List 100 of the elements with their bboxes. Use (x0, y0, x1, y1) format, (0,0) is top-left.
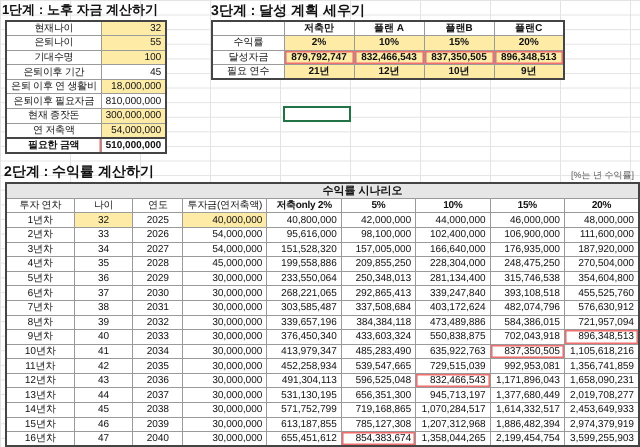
table-cell: 10년차 (6, 344, 74, 359)
table-cell: 은퇴나이 (6, 36, 102, 50)
table-cell: 1,070,284,517 (416, 402, 490, 418)
table-cell: 21년 (284, 64, 354, 80)
table-cell: 9년차 (6, 330, 74, 344)
table-cell: 1,171,896,043 (490, 373, 564, 388)
table-cell: 40 (74, 330, 133, 344)
table-cell: 5% (341, 198, 416, 213)
table-cell: 339,657,196 (266, 315, 342, 330)
table-cell: 33 (74, 227, 133, 242)
table-cell: 339,247,840 (416, 286, 490, 300)
table-cell: 10% (416, 198, 490, 213)
table-cell: 157,005,000 (341, 242, 416, 257)
table-cell: 55 (101, 36, 166, 50)
table-cell: 40,000,000 (182, 212, 267, 228)
table-cell: 721,957,094 (564, 315, 639, 330)
table-cell: 2028 (132, 256, 183, 272)
table-cell: 연도 (132, 198, 183, 213)
table-cell: 879,792,747 (284, 50, 354, 65)
table-cell: 656,351,300 (341, 388, 416, 403)
table-cell: 531,130,195 (266, 388, 342, 403)
table-cell: 2036 (132, 373, 183, 388)
table-cell: 30,000,000 (182, 388, 267, 403)
table-cell: 30,000,000 (182, 286, 267, 300)
table-cell: 기대수명 (6, 50, 102, 65)
table-cell: 30,000,000 (182, 417, 267, 432)
table-cell: 저축only 2% (266, 198, 342, 213)
table-cell: 8년차 (6, 315, 74, 330)
table-cell: 2038 (132, 402, 183, 418)
table-cell: 613,187,855 (266, 417, 342, 432)
table-cell: 41 (74, 344, 133, 359)
table-cell: 38 (74, 300, 133, 315)
table-cell: 100 (101, 50, 166, 65)
table-cell: 9년 (494, 64, 564, 80)
table-cell: 10% (354, 36, 424, 50)
table-cell: 18,000,000 (101, 79, 166, 94)
table-cell: 44,000,000 (416, 212, 490, 228)
table-cell: 30,000,000 (182, 315, 267, 330)
table-cell: 729,515,039 (416, 358, 490, 374)
table-cell: 43 (74, 373, 133, 388)
table-cell: 14년차 (6, 402, 74, 418)
table-cell: 433,603,324 (341, 330, 416, 344)
table-cell: 34 (74, 242, 133, 257)
section-title: 1단계 : 노후 자금 계산하기 (1, 1, 158, 19)
selected-cell[interactable] (283, 106, 351, 122)
table-cell: 2032 (132, 315, 183, 330)
table-cell: 3년차 (6, 242, 74, 257)
table-cell: 228,304,000 (416, 256, 490, 272)
table-cell: 35 (74, 256, 133, 272)
table-cell: 2030 (132, 286, 183, 300)
table-cell: 44 (74, 388, 133, 403)
table-cell: 11년차 (6, 358, 74, 374)
table-cell: 384,384,118 (341, 315, 416, 330)
table-cell: 485,283,490 (341, 344, 416, 359)
table-cell: 452,258,934 (266, 358, 342, 374)
table-cell: 250,348,013 (341, 271, 416, 286)
table-cell: 354,604,800 (564, 271, 639, 286)
table-cell: 2033 (132, 330, 183, 344)
table-cell: 현재 종잣돈 (6, 108, 102, 124)
table-cell: 7년차 (6, 300, 74, 315)
table-cell: 292,865,413 (341, 286, 416, 300)
table-cell: 2,453,649,933 (564, 402, 639, 418)
table-header: 수익률 시나리오 (6, 182, 639, 198)
table-cell: 151,528,320 (266, 242, 342, 257)
table-cell: 1,614,332,517 (490, 402, 564, 418)
table-cell: 403,172,624 (416, 300, 490, 315)
table-cell: 1,658,090,231 (564, 373, 639, 388)
table-cell: 393,108,518 (490, 286, 564, 300)
table-cell: 199,558,886 (266, 256, 342, 272)
table-cell: 315,746,538 (490, 271, 564, 286)
table-cell: 2027 (132, 242, 183, 257)
table-cell: 42 (74, 358, 133, 374)
table-cell: 10년 (424, 64, 494, 80)
table-cell: 수익률 (212, 36, 284, 50)
table-cell: 596,525,048 (341, 373, 416, 388)
table-cell: 45 (101, 64, 166, 80)
table-cell: 832,466,543 (416, 373, 490, 388)
table-cell: 은퇴이후 필요자금 (6, 94, 102, 109)
table-cell: 1,886,482,394 (490, 417, 564, 432)
table-cell: 106,900,000 (490, 227, 564, 242)
table-cell: 2% (284, 36, 354, 50)
table-cell: 635,922,763 (416, 344, 490, 359)
table-cell: 32 (101, 21, 166, 36)
table-cell: 491,304,113 (266, 373, 342, 388)
table-cell: 992,953,081 (490, 358, 564, 374)
table-cell: 2026 (132, 227, 183, 242)
table-cell: 2031 (132, 300, 183, 315)
table-cell: 30,000,000 (182, 373, 267, 388)
table-cell: 785,127,308 (341, 417, 416, 432)
table-cell: 702,043,918 (490, 330, 564, 344)
table-cell: 837,350,505 (490, 344, 564, 359)
table-cell: 300,000,000 (101, 108, 166, 124)
table-cell: 54,000,000 (182, 242, 267, 257)
section-title: 2단계 : 수익률 계산하기 (3, 162, 154, 181)
table-cell: 6년차 (6, 286, 74, 300)
table-cell: 2039 (132, 417, 183, 432)
note-text: [%는 년 수익률] (570, 168, 634, 182)
table-cell: 896,348,513 (564, 330, 639, 344)
section-title: 3단계 : 달성 계획 세우기 (211, 1, 366, 20)
table-cell: 233,550,064 (266, 271, 342, 286)
